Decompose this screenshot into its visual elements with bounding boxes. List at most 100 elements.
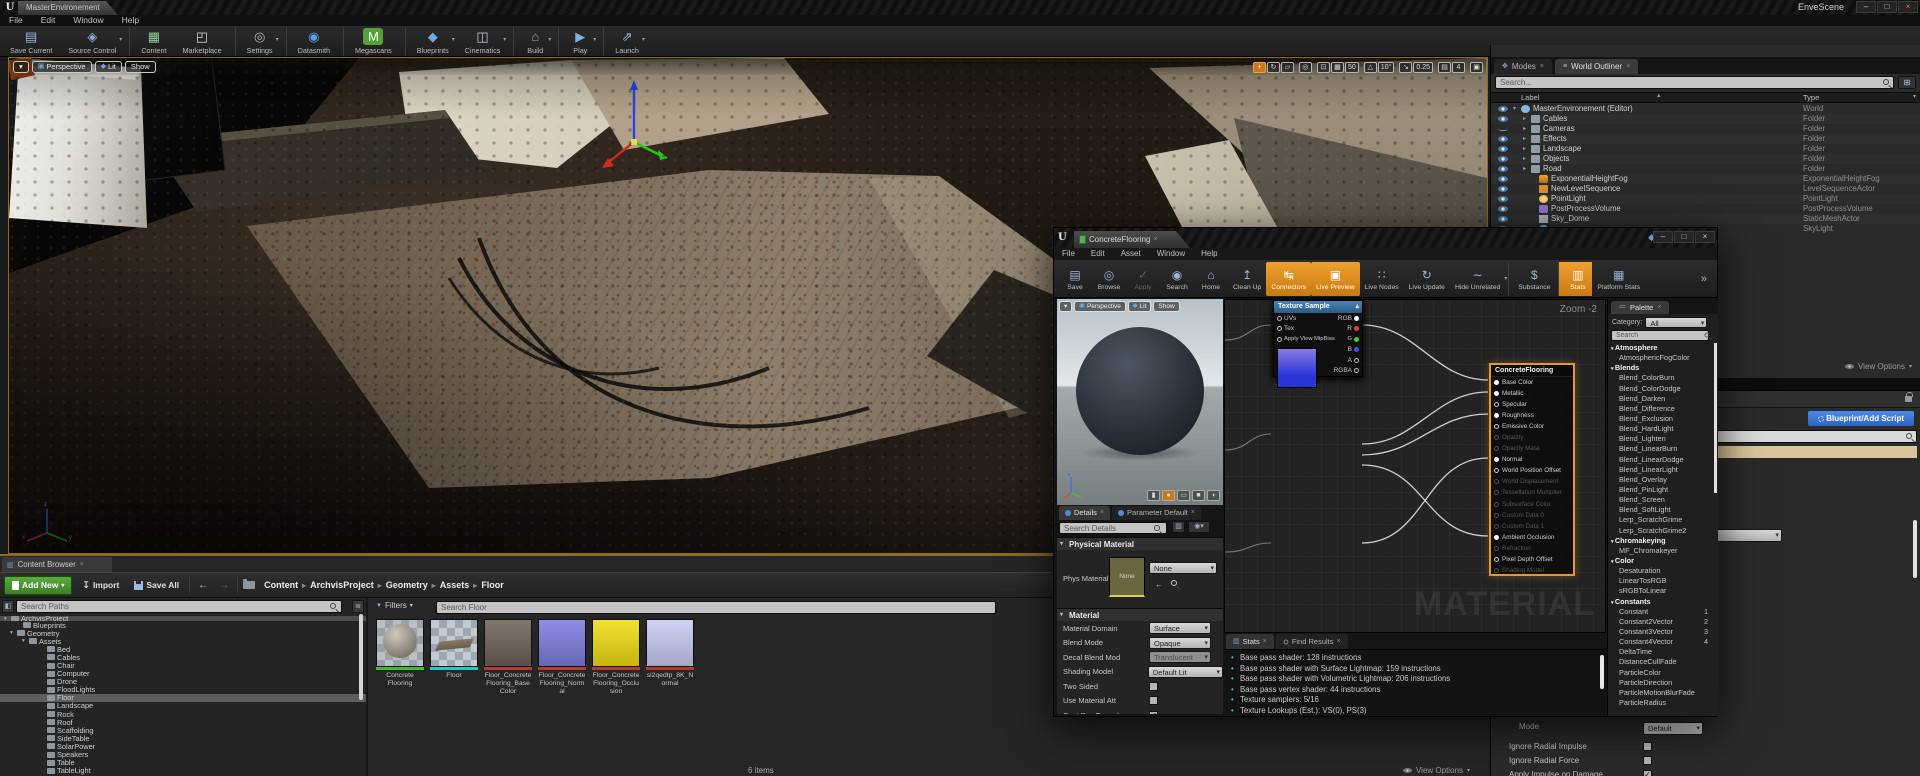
output-pin[interactable] — [1354, 316, 1359, 321]
column-view-icon[interactable]: ▥ — [1172, 521, 1185, 533]
input-pin[interactable] — [1277, 316, 1282, 321]
input-pin[interactable] — [1494, 557, 1499, 562]
outliner-row[interactable]: ▸ Landscape Folder — [1491, 144, 1920, 154]
close-icon[interactable]: × — [1263, 634, 1267, 649]
source-control-button[interactable]: ◈ Source Control ▾ — [61, 27, 123, 56]
material-input-pin-row[interactable]: Ambient Occlusion — [1491, 532, 1573, 543]
close-button[interactable]: × — [1695, 231, 1715, 243]
folder-tree-row[interactable]: Drone — [0, 678, 366, 686]
home-button[interactable]: ⌂ Home — [1194, 262, 1228, 296]
breadcrumb-item[interactable]: Floor▸ — [481, 580, 504, 590]
connectors-button[interactable]: ↹ Connectors — [1266, 262, 1311, 296]
palette-item[interactable]: Constant2Vector2 — [1608, 617, 1714, 627]
preview-shape-button[interactable]: ▮ — [1147, 490, 1160, 501]
visibility-eye-icon[interactable] — [1495, 206, 1511, 212]
output-pin[interactable] — [1354, 368, 1359, 373]
blueprints-button[interactable]: ◆ Blueprints ▾ — [405, 27, 456, 56]
property-checkbox[interactable] — [1643, 756, 1652, 765]
details-scrollbar[interactable] — [1913, 520, 1917, 578]
input-pin[interactable] — [1494, 468, 1499, 473]
menu-item[interactable]: Edit — [32, 15, 65, 26]
view-options-button[interactable]: View Options▾ — [1403, 766, 1470, 775]
asset-tile[interactable]: Concrete Flooring — [376, 619, 424, 696]
live-update-button[interactable]: ↻ Live Update — [1404, 262, 1450, 296]
input-pin[interactable] — [1494, 535, 1499, 540]
add-new-button[interactable]: Add New▾ — [4, 576, 72, 595]
visibility-eye-icon[interactable] — [1495, 176, 1511, 182]
phys-material-dropdown[interactable]: None — [1149, 562, 1217, 574]
close-icon[interactable]: × — [1337, 634, 1341, 649]
input-pin[interactable] — [1494, 446, 1499, 451]
material-input-pin-row[interactable]: Normal — [1491, 454, 1573, 465]
input-pin[interactable] — [1494, 435, 1499, 440]
visibility-eye-icon[interactable] — [1495, 127, 1511, 131]
content-button[interactable]: ▦ Content ▾ — [129, 27, 173, 56]
blueprint-add-script-button[interactable]: Blueprint/Add Script — [1808, 411, 1914, 426]
input-pin[interactable] — [1494, 490, 1499, 495]
input-pin[interactable] — [1494, 457, 1499, 462]
outliner-search-input[interactable] — [1495, 76, 1894, 89]
menu-item[interactable]: File — [1054, 248, 1083, 260]
world-local-toggle[interactable]: ◎ — [1299, 62, 1312, 73]
folder-tree-row[interactable]: Roof — [0, 718, 366, 726]
rotate-tool-button[interactable]: ↻ — [1267, 62, 1280, 73]
marketplace-button[interactable]: ◰ Marketplace ▾ — [176, 27, 229, 56]
folder-tree-row[interactable]: Chair — [0, 661, 366, 669]
scale-tool-button[interactable]: ▱ — [1281, 62, 1294, 73]
expand-arrow-icon[interactable]: ▾ — [4, 616, 11, 621]
input-pin[interactable] — [1277, 337, 1282, 342]
visibility-eye-icon[interactable] — [1495, 106, 1511, 112]
outliner-row[interactable]: ▸ Cameras Folder — [1491, 124, 1920, 134]
property-checkbox[interactable] — [1643, 770, 1652, 776]
hide-unrelated-button[interactable]: ∼ Hide Unrelated — [1450, 262, 1505, 296]
folder-tree-row[interactable]: FloodLights — [0, 686, 366, 694]
asset-search-input[interactable] — [436, 601, 996, 614]
palette-item[interactable]: DeltaTime — [1608, 647, 1714, 657]
palette-item[interactable]: MF_Chromakeyer — [1608, 546, 1714, 556]
palette-item[interactable]: Constant4Vector4 — [1608, 637, 1714, 647]
palette-item[interactable]: AtmosphericFogColor — [1608, 353, 1714, 363]
palette-item[interactable]: Blends — [1608, 363, 1714, 373]
palette-item[interactable]: Blend_Overlay — [1608, 475, 1714, 485]
close-icon[interactable]: × — [80, 561, 84, 568]
forward-button[interactable]: → — [216, 580, 232, 591]
tab-world-outliner[interactable]: ≡World Outliner× — [1555, 59, 1638, 74]
palette-item[interactable]: Blend_LinearDodge — [1608, 455, 1714, 465]
launch-button[interactable]: ⇗ Launch ▾ — [603, 27, 646, 56]
material-input-pin-row[interactable]: Refraction — [1491, 543, 1573, 554]
camera-speed-value[interactable]: 4 — [1452, 62, 1465, 73]
filters-button[interactable]: ▼Filters▾ — [376, 601, 413, 610]
property-checkbox[interactable] — [1643, 742, 1652, 751]
visibility-eye-icon[interactable] — [1495, 216, 1511, 222]
lit-button[interactable]: ◆Lit — [95, 61, 122, 73]
material-input-pin-row[interactable]: Metallic — [1491, 388, 1573, 399]
preview-shape-button[interactable]: ● — [1162, 490, 1175, 501]
live-preview-button[interactable]: ▣ Live Preview — [1311, 262, 1360, 296]
level-tab[interactable]: MasterEnvironement — [18, 1, 118, 15]
folder-tree-row[interactable]: ▾ Assets — [0, 637, 366, 645]
apply-button[interactable]: ✓ Apply — [1126, 262, 1160, 296]
menu-item[interactable]: Help — [113, 15, 148, 26]
input-pin[interactable] — [1494, 479, 1499, 484]
preview-shape-button[interactable]: ◖ — [1207, 490, 1220, 501]
expand-arrow-icon[interactable]: ▾ — [1513, 104, 1521, 114]
play-button[interactable]: ▶ Play ▾ — [558, 27, 597, 56]
move-tool-button[interactable]: + — [1253, 62, 1266, 73]
save-current-button[interactable]: ▤ Save Current ▾ — [3, 27, 59, 56]
property-checkbox[interactable] — [1149, 682, 1158, 691]
folder-tree-row[interactable]: SolarPower — [0, 742, 366, 750]
outliner-row[interactable]: ▸ Road Folder — [1491, 164, 1920, 174]
preview-lit-button[interactable]: ◆Lit — [1128, 301, 1152, 312]
preview-shape-button[interactable]: ■ — [1192, 490, 1205, 501]
asset-tile[interactable]: Floor — [430, 619, 478, 696]
browse-button[interactable]: ◎ Browse — [1092, 262, 1126, 296]
output-pin[interactable] — [1354, 337, 1359, 342]
breadcrumb-item[interactable]: Content▸ — [264, 580, 306, 590]
palette-item[interactable]: sRGBToLinear — [1608, 586, 1714, 596]
material-tab[interactable]: ConcreteFlooring× — [1074, 231, 1190, 248]
tab-stats[interactable]: ▥Stats× — [1226, 634, 1274, 649]
palette-item[interactable]: ParticleDirection — [1608, 678, 1714, 688]
outliner-row[interactable]: Sky_Dome StaticMeshActor — [1491, 214, 1920, 224]
grid-snap-value[interactable]: 50 — [1345, 62, 1359, 73]
import-button[interactable]: ↧Import — [77, 580, 124, 591]
